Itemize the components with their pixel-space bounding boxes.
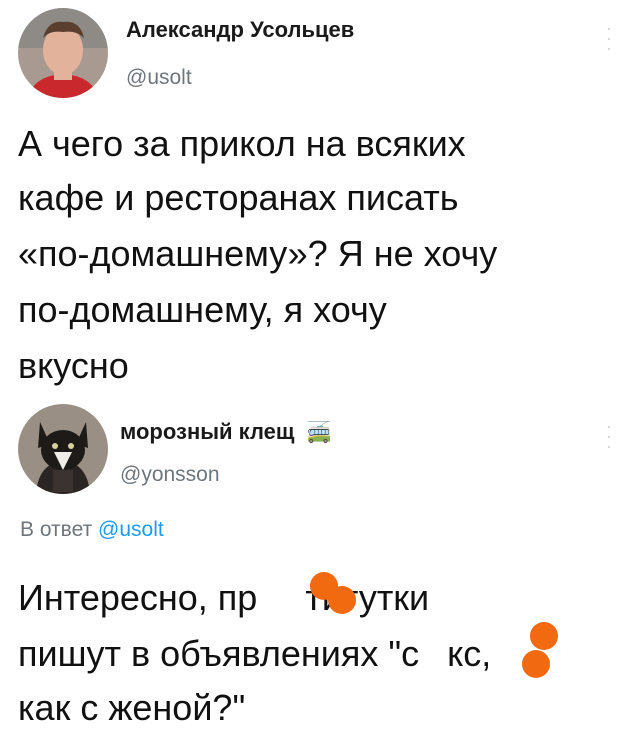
tweet-text-segment: Интересно, пр [18, 577, 258, 618]
author-handle[interactable]: @usolt [126, 66, 192, 90]
cat-avatar-icon [18, 404, 108, 494]
tweet-text-line: по-домашнему, я хочу [18, 289, 387, 330]
tweet-original: Александр Усольцев @usolt А чего за прик… [0, 0, 640, 400]
tweet-text-line: А чего за прикол на всяких [18, 123, 466, 164]
tweet-text-line: «по-домашнему»? Я не хочу [18, 233, 498, 274]
author-handle[interactable]: @yonsson [120, 463, 220, 487]
tweet-text-line: пишут в объявлениях "с кс, [18, 628, 491, 680]
author-name[interactable]: морозный клещ 🚎 [120, 419, 331, 445]
tweet-text-line: кафе и ресторанах писать [18, 177, 459, 218]
tweet-text-line: как с женой?" [18, 687, 246, 728]
reply-prefix: В ответ [20, 518, 93, 541]
tweet-text-segment: кс, [447, 633, 492, 674]
author-name-text: морозный клещ [120, 419, 295, 444]
censor-blob-icon [328, 586, 356, 614]
reply-mention-link[interactable]: @usolt [98, 518, 164, 541]
trolleybus-icon: 🚎 [306, 420, 332, 444]
tweet-text-line: вкусно [18, 345, 129, 386]
reply-context: В ответ @usolt [20, 518, 164, 542]
censor-blob-icon [522, 650, 550, 678]
avatar[interactable] [18, 8, 108, 98]
censor-blob-icon [530, 622, 558, 650]
tweet-reply: морозный клещ 🚎 @yonsson В ответ @usolt … [0, 400, 640, 731]
more-options-icon[interactable] [606, 28, 612, 50]
more-options-icon[interactable] [606, 426, 612, 448]
avatar[interactable] [18, 404, 108, 494]
tweet-text-segment: пишут в объявлениях "с [18, 633, 420, 674]
author-name[interactable]: Александр Усольцев [126, 17, 354, 43]
tweet-text-line: Интересно, пр титутки [18, 572, 429, 624]
user-photo-avatar-icon [18, 8, 108, 98]
